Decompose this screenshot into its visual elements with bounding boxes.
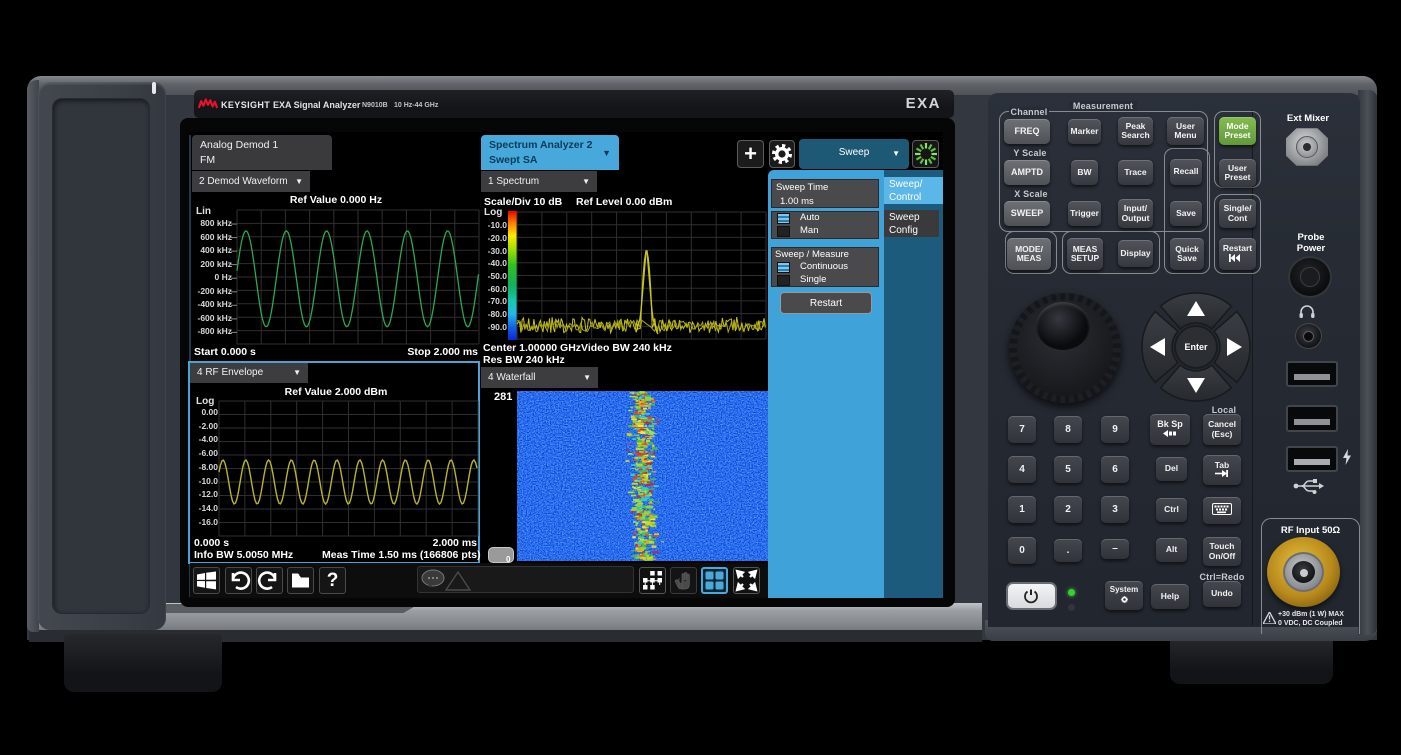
svg-text:Enter: Enter: [1184, 342, 1208, 352]
